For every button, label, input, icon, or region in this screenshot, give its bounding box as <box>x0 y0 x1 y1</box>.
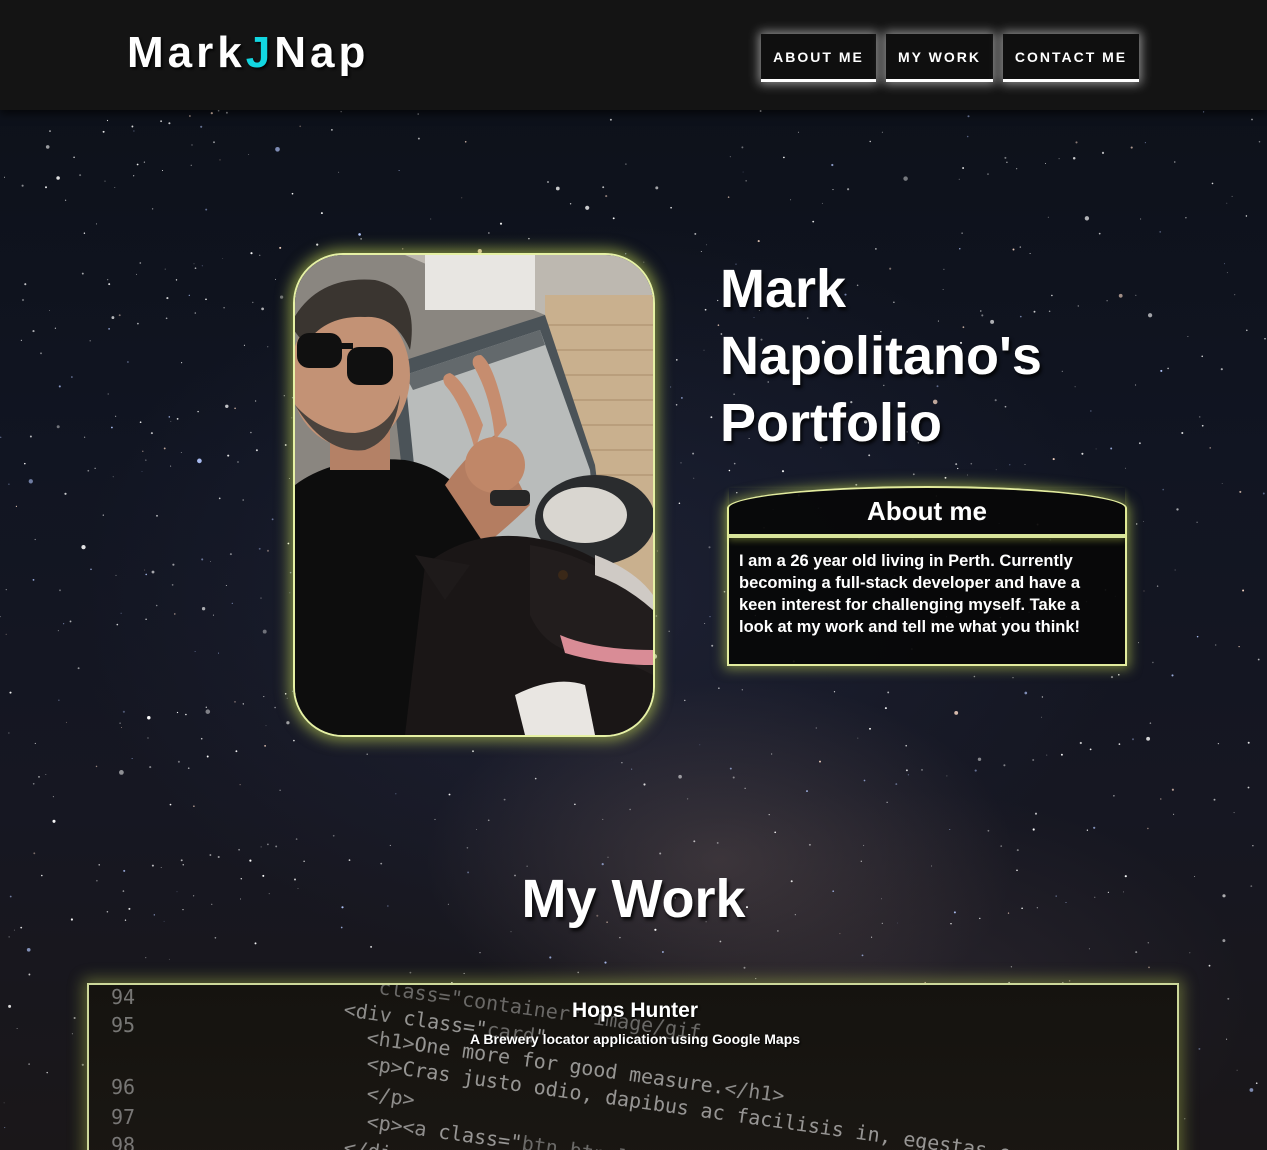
logo-text-nap: Nap <box>274 28 370 77</box>
about-me-text: I am a 26 year old living in Perth. Curr… <box>739 552 1081 636</box>
logo-text-j: J <box>245 28 275 77</box>
logo[interactable]: MarkJNap <box>127 28 369 78</box>
project-title[interactable]: Hops Hunter <box>89 999 1177 1023</box>
nav-my-work-button[interactable]: MY WORK <box>886 34 993 82</box>
project-info: Hops Hunter A Brewery locator applicatio… <box>89 999 1177 1047</box>
about-me-card: About me I am a 26 year old living in Pe… <box>727 486 1127 666</box>
my-work-heading: My Work <box>521 869 746 929</box>
page-title: Mark Napolitano's Portfolio <box>720 259 1042 453</box>
profile-photo <box>293 253 655 737</box>
page: MarkJNap ABOUT ME MY WORK CONTACT ME Mar… <box>0 0 1267 1150</box>
project-description: A Brewery locator application using Goog… <box>469 1031 801 1047</box>
site-header: MarkJNap ABOUT ME MY WORK CONTACT ME <box>0 0 1267 110</box>
nav-about-me-button[interactable]: ABOUT ME <box>761 34 876 82</box>
about-me-heading: About me <box>729 488 1125 538</box>
nav-contact-me-button[interactable]: CONTACT ME <box>1003 34 1139 82</box>
logo-text-mark: Mark <box>127 28 246 77</box>
project-card-hops-hunter[interactable]: 94 95 96 97 98 class="container" image/g… <box>87 983 1179 1150</box>
main-nav: ABOUT ME MY WORK CONTACT ME <box>761 34 1139 82</box>
profile-photo-image <box>295 255 653 735</box>
